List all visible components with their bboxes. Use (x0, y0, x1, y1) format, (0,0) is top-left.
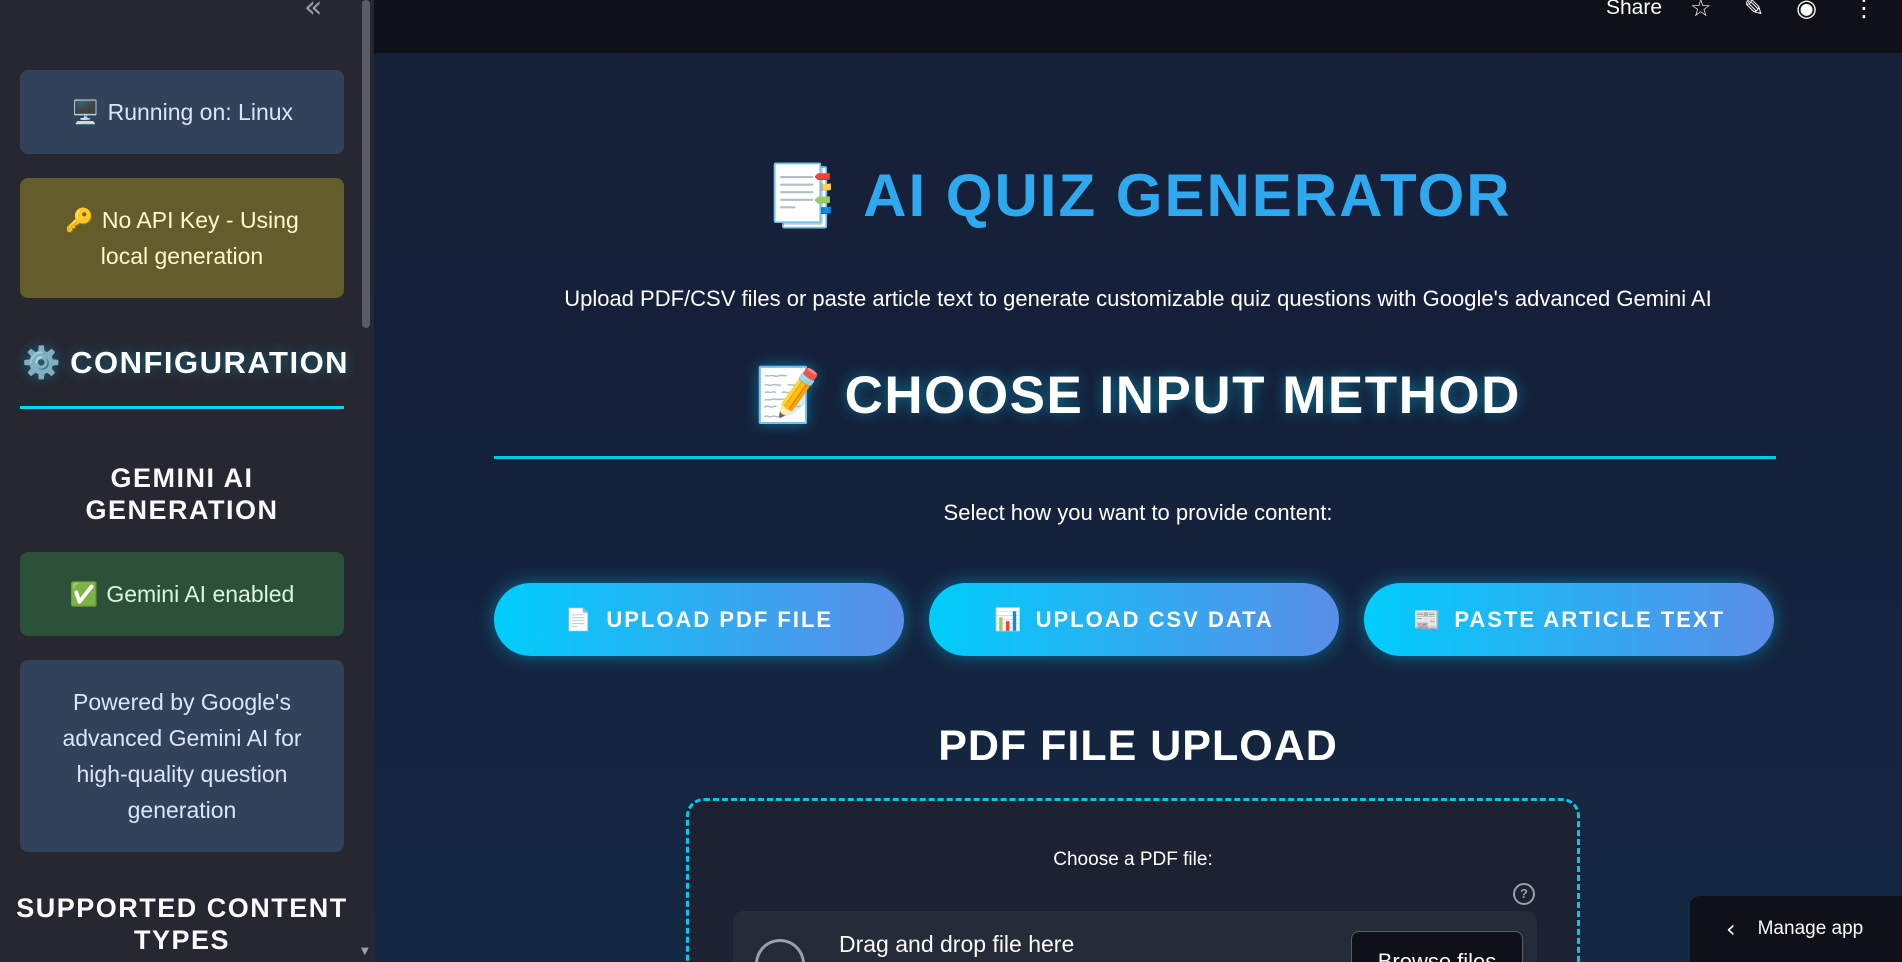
pdf-upload-container: Choose a PDF file: ? Drag and drop file … (686, 798, 1580, 962)
api-key-warning-box: 🔑 No API Key - Using local generation (20, 178, 344, 298)
input-method-heading: 📝 CHOOSE INPUT METHOD (374, 364, 1902, 426)
pdf-upload-heading: PDF FILE UPLOAD (938, 722, 1338, 770)
chevron-left-icon: ‹ (1726, 915, 1736, 943)
gemini-enabled-text: Gemini AI enabled (106, 581, 295, 607)
edit-icon[interactable]: ✎ (1744, 0, 1764, 22)
gemini-generation-heading: GEMINI AI GENERATION (85, 463, 279, 525)
github-icon[interactable]: ◉ (1796, 0, 1817, 22)
share-button[interactable]: Share (1606, 0, 1662, 20)
running-on-text: Running on: Linux (107, 99, 294, 125)
upload-pdf-label: UPLOAD PDF FILE (606, 606, 834, 632)
check-icon: ✅ (69, 581, 99, 607)
upload-pdf-button[interactable]: 📄 UPLOAD PDF FILE (494, 583, 904, 656)
powered-by-text: Powered by Google's advanced Gemini AI f… (62, 689, 302, 823)
input-method-divider (494, 456, 1776, 459)
documents-icon: 📑 (764, 162, 842, 229)
pdf-file-icon: 📄 (564, 606, 595, 632)
powered-by-box: Powered by Google's advanced Gemini AI f… (20, 660, 344, 852)
drag-drop-text: Drag and drop file here (839, 931, 1075, 957)
paste-article-label: PASTE ARTICLE TEXT (1454, 606, 1726, 632)
api-key-text: No API Key - Using local generation (100, 207, 299, 269)
collapse-sidebar-icon[interactable]: « (304, 0, 323, 25)
configuration-title: CONFIGURATION (70, 345, 350, 380)
upload-csv-label: UPLOAD CSV DATA (1035, 606, 1274, 632)
page-subtitle: Upload PDF/CSV files or paste article te… (564, 286, 1712, 311)
scroll-down-icon[interactable]: ▼ (361, 946, 369, 957)
paste-article-button[interactable]: 📰 PASTE ARTICLE TEXT (1364, 583, 1774, 656)
gear-icon: ⚙️ (22, 345, 63, 380)
top-toolbar: Share ☆ ✎ ◉ ⋮ (374, 0, 1902, 53)
sidebar-scrollbar[interactable] (362, 0, 370, 328)
newspaper-icon: 📰 (1412, 606, 1443, 632)
manage-app-label: Manage app (1757, 918, 1864, 939)
input-method-title: CHOOSE INPUT METHOD (844, 366, 1521, 425)
computer-icon: 🖥️ (70, 99, 100, 125)
upload-csv-button[interactable]: 📊 UPLOAD CSV DATA (929, 583, 1339, 656)
star-icon[interactable]: ☆ (1690, 0, 1712, 22)
running-on-box: 🖥️ Running on: Linux (20, 70, 344, 154)
bar-chart-icon: 📊 (994, 606, 1024, 632)
more-options-icon[interactable]: ⋮ (1852, 0, 1876, 22)
manage-app-button[interactable]: ‹ Manage app (1690, 896, 1902, 962)
main-content: Share ☆ ✎ ◉ ⋮ 📑 AI QUIZ GENERATOR Upload … (374, 0, 1902, 962)
key-icon: 🔑 (65, 207, 94, 233)
page-title: 📑 AI QUIZ GENERATOR (374, 160, 1902, 231)
browse-files-button[interactable]: Browse files (1351, 931, 1523, 962)
memo-icon: 📝 (755, 366, 823, 425)
file-dropzone[interactable]: Drag and drop file here Browse files (733, 911, 1537, 962)
configuration-divider (20, 406, 344, 409)
cloud-upload-icon (755, 939, 805, 962)
input-method-prompt: Select how you want to provide content: (943, 500, 1333, 525)
page-title-text: AI QUIZ GENERATOR (863, 162, 1512, 229)
sidebar: « ▼ 🖥️ Running on: Linux 🔑 No API Key - Us… (0, 0, 374, 962)
help-icon[interactable]: ? (1513, 883, 1535, 905)
supported-content-types-heading: SUPPORTED CONTENT TYPES (16, 893, 348, 955)
gemini-enabled-box: ✅ Gemini AI enabled (20, 552, 344, 636)
file-uploader-label: Choose a PDF file: (1053, 849, 1213, 870)
configuration-heading: ⚙️ CONFIGURATION (22, 344, 349, 381)
